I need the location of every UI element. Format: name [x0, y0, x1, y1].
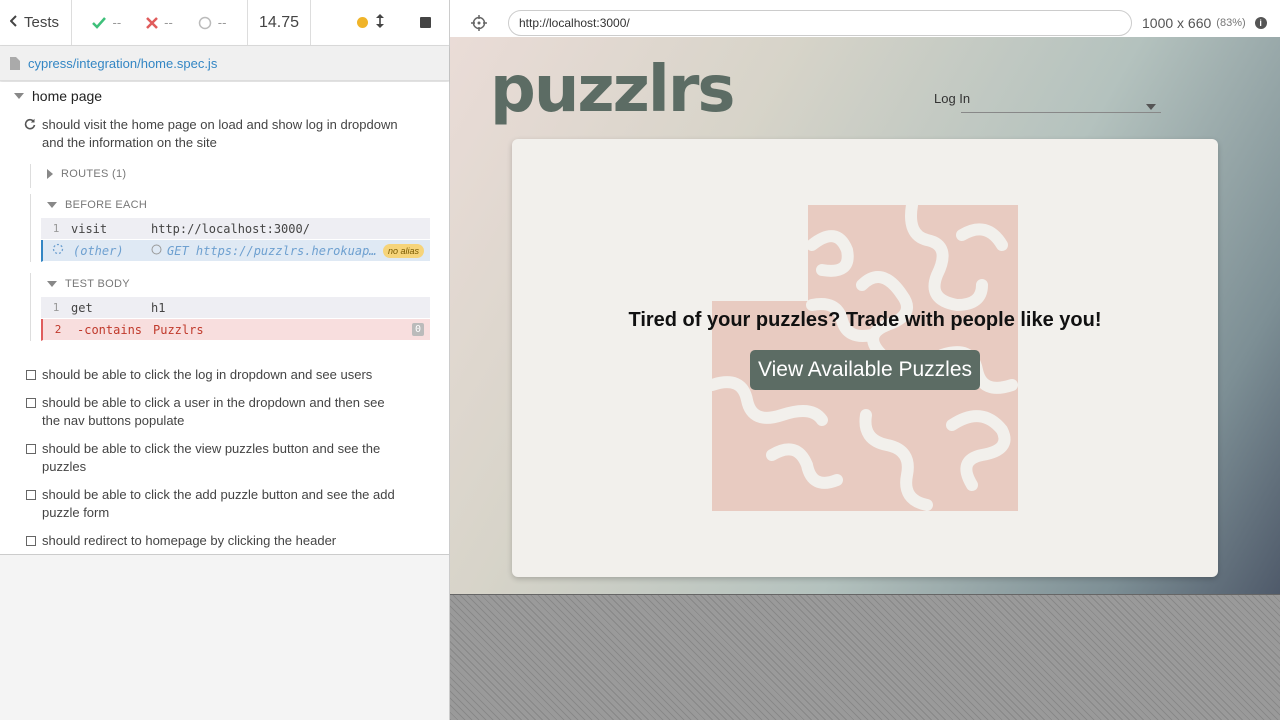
- command-message: Puzzlrs: [153, 322, 204, 337]
- command-message: GET https://puzzlrs.herokuapp.com/: [167, 243, 383, 258]
- test-item[interactable]: should redirect to homepage by clicking …: [26, 532, 406, 550]
- test-item[interactable]: should be able to click the view puzzles…: [26, 440, 406, 476]
- command-message: http://localhost:3000/: [151, 221, 310, 236]
- check-icon: [92, 16, 107, 29]
- caret-right-icon: [47, 169, 53, 179]
- pending-checkbox-icon: [26, 490, 36, 500]
- element-count-badge: 0: [411, 323, 424, 336]
- command-row[interactable]: 1 visit http://localhost:3000/: [41, 218, 430, 240]
- test-title: should be able to click a user in the dr…: [42, 395, 385, 428]
- before-each-header[interactable]: BEFORE EACH: [31, 194, 430, 216]
- passed-stat: --: [92, 15, 121, 30]
- tests-back-label: Tests: [24, 14, 60, 31]
- url-bar[interactable]: http://localhost:3000/: [508, 9, 1132, 36]
- view-puzzles-button[interactable]: View Available Puzzles: [750, 350, 980, 390]
- caret-down-icon: [47, 202, 57, 208]
- selector-playground-button[interactable]: [450, 14, 508, 31]
- reporter-header: Tests -- -- -- 14.75: [0, 0, 449, 46]
- pending-checkbox-icon: [26, 536, 36, 546]
- arrows-vertical-icon: [376, 14, 384, 28]
- app-logo-header[interactable]: puzzlrs: [490, 53, 735, 127]
- command-row[interactable]: 1 get h1: [41, 297, 430, 319]
- test-body-section: TEST BODY 1 get h1 2 -contains Puzzlrs 0: [30, 273, 430, 341]
- pending-stat: --: [198, 15, 227, 30]
- command-log: home page should visit the home page on …: [0, 82, 449, 555]
- duration-timer: 14.75: [248, 0, 311, 45]
- test-item[interactable]: should be able to click the log in dropd…: [26, 366, 406, 384]
- command-name: get: [71, 300, 93, 315]
- x-icon: [146, 16, 159, 29]
- crosshairs-icon: [471, 14, 487, 31]
- viewport-info[interactable]: 1000 x 660 (83%) i: [1142, 15, 1267, 31]
- hero-card: Tired of your puzzles? Trade with people…: [512, 139, 1218, 577]
- failed-stat: --: [146, 15, 173, 30]
- file-icon: [10, 56, 20, 70]
- tests-back-button[interactable]: Tests: [0, 0, 72, 45]
- pending-count: --: [217, 15, 227, 30]
- pending-circle-icon: [151, 244, 162, 258]
- test-title: should be able to click the add puzzle b…: [42, 487, 395, 520]
- command-name: -contains: [77, 322, 143, 337]
- suite-title-label: home page: [32, 88, 103, 104]
- spec-file-link[interactable]: cypress/integration/home.spec.js: [28, 56, 217, 71]
- command-message: h1: [151, 300, 166, 315]
- command-number: 2: [54, 323, 62, 336]
- run-controls: [311, 0, 449, 45]
- command-row[interactable]: 2 -contains Puzzlrs 0: [41, 319, 430, 341]
- before-each-label: BEFORE EACH: [65, 199, 148, 211]
- passed-count: --: [112, 15, 122, 30]
- test-title: should redirect to homepage by clicking …: [42, 533, 337, 548]
- suite-title[interactable]: home page: [14, 88, 102, 104]
- auto-scroll-toggle[interactable]: [376, 14, 384, 31]
- refresh-icon: [24, 117, 36, 152]
- caret-down-icon: [47, 281, 57, 287]
- command-number: 1: [52, 301, 60, 314]
- login-dropdown[interactable]: [961, 89, 1161, 113]
- routes-label: ROUTES (1): [61, 168, 127, 180]
- test-body-label: TEST BODY: [65, 278, 130, 290]
- before-each-section: BEFORE EACH 1 visit http://localhost:300…: [30, 194, 430, 262]
- test-item[interactable]: should be able to click a user in the dr…: [26, 394, 406, 430]
- command-name: visit: [71, 221, 108, 236]
- reporter-panel: Tests -- -- -- 14.75 cypress/integration…: [0, 0, 450, 720]
- spinner-icon: [43, 243, 73, 258]
- info-icon: i: [1254, 16, 1267, 29]
- active-test[interactable]: should visit the home page on load and s…: [24, 116, 414, 152]
- failed-count: --: [164, 15, 173, 30]
- pending-checkbox-icon: [26, 398, 36, 408]
- test-title: should be able to click the view puzzles…: [42, 441, 381, 474]
- command-row[interactable]: (other) GET https://puzzlrs.herokuapp.co…: [41, 240, 430, 262]
- running-indicator-icon: [357, 17, 368, 28]
- command-number: 1: [52, 222, 60, 235]
- test-title: should be able to click the log in dropd…: [42, 367, 373, 382]
- hero-tagline: Tired of your puzzles? Trade with people…: [628, 309, 1102, 331]
- pending-checkbox-icon: [26, 444, 36, 454]
- active-test-title: should visit the home page on load and s…: [42, 117, 398, 150]
- viewport-size: 1000 x 660: [1142, 14, 1212, 31]
- chevron-left-icon: [9, 14, 18, 31]
- test-item[interactable]: should be able to click the add puzzle b…: [26, 486, 406, 522]
- circle-notch-icon: [198, 16, 212, 29]
- app-iframe: puzzlrs Log In Tired of your puzzles? Tr…: [450, 37, 1280, 594]
- stop-button[interactable]: [420, 17, 431, 28]
- viewport-overflow-area: [450, 594, 1280, 720]
- spec-file-bar: cypress/integration/home.spec.js: [0, 46, 449, 81]
- dropdown-arrow-icon: [1146, 97, 1156, 115]
- caret-down-icon: [14, 93, 24, 99]
- test-stats: -- -- --: [72, 0, 248, 45]
- command-name: (other): [73, 243, 124, 258]
- routes-section[interactable]: ROUTES (1): [30, 164, 430, 188]
- alias-badge: no alias: [382, 243, 424, 258]
- test-body-header[interactable]: TEST BODY: [31, 273, 430, 295]
- browser-panel: http://localhost:3000/ 1000 x 660 (83%) …: [450, 0, 1280, 720]
- pending-checkbox-icon: [26, 370, 36, 380]
- viewport-scale: (83%): [1216, 16, 1246, 29]
